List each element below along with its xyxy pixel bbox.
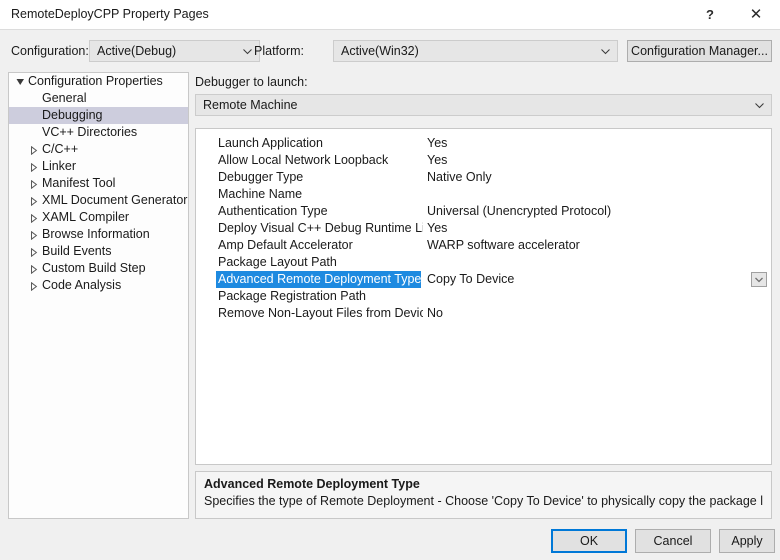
property-name: Launch Application (218, 136, 323, 150)
property-value[interactable]: Yes (427, 135, 765, 152)
sidebar-item-general[interactable]: General (9, 90, 188, 107)
sidebar-item-label: Custom Build Step (42, 261, 146, 275)
sidebar-item-label: Configuration Properties (28, 74, 163, 88)
triangle-right-icon[interactable] (30, 209, 42, 226)
configuration-label: Configuration: (11, 44, 89, 58)
property-description-panel: Advanced Remote Deployment Type Specifie… (195, 471, 772, 519)
sidebar-item-configuration-properties[interactable]: Configuration Properties (9, 73, 188, 90)
sidebar-item-label: C/C++ (42, 142, 79, 156)
property-row[interactable]: Deploy Visual C++ Debug Runtime Librari Y… (196, 220, 771, 237)
property-value[interactable]: Universal (Unencrypted Protocol) (427, 203, 765, 220)
property-value[interactable]: Copy To Device (427, 271, 765, 288)
sidebar-item-build-events[interactable]: Build Events (9, 243, 188, 260)
sidebar-item-debugging[interactable]: Debugging (9, 107, 188, 124)
property-name: Package Registration Path (218, 289, 367, 303)
sidebar-item-label: Build Events (42, 244, 112, 258)
property-row[interactable]: Advanced Remote Deployment Type Copy To D… (196, 271, 771, 288)
triangle-right-icon[interactable] (30, 141, 42, 158)
sidebar-item-vc-directories[interactable]: VC++ Directories (9, 124, 188, 141)
sidebar-item-label: VC++ Directories (42, 125, 138, 139)
sidebar-item-label: Manifest Tool (42, 176, 116, 190)
sidebar-item-manifest-tool[interactable]: Manifest Tool (9, 175, 188, 192)
sidebar-item-label: Debugging (42, 108, 103, 122)
property-name: Advanced Remote Deployment Type (216, 271, 421, 288)
sidebar-item-custom-build-step[interactable]: Custom Build Step (9, 260, 188, 277)
property-name: Authentication Type (218, 204, 328, 218)
property-name: Machine Name (218, 187, 303, 201)
debugger-to-launch-value: Remote Machine (203, 98, 298, 112)
property-row[interactable]: Allow Local Network Loopback Yes (196, 152, 771, 169)
sidebar-item-code-analysis[interactable]: Code Analysis (9, 277, 188, 294)
cancel-button[interactable]: Cancel (635, 529, 711, 553)
platform-label: Platform: (254, 44, 305, 58)
property-value[interactable]: No (427, 305, 765, 322)
property-name: Allow Local Network Loopback (218, 153, 389, 167)
sidebar-item-xml-document-generator[interactable]: XML Document Generator (9, 192, 188, 209)
property-row[interactable]: Debugger Type Native Only (196, 169, 771, 186)
property-row[interactable]: Remove Non-Layout Files from Device No (196, 305, 771, 322)
property-value[interactable]: Yes (427, 152, 765, 169)
configuration-manager-button[interactable]: Configuration Manager... (627, 40, 772, 62)
sidebar-item-label: Code Analysis (42, 278, 122, 292)
triangle-down-icon[interactable] (16, 73, 28, 90)
property-value[interactable]: Yes (427, 220, 765, 237)
chevron-down-icon (755, 99, 764, 109)
property-value[interactable]: WARP software accelerator (427, 237, 765, 254)
title-bar: RemoteDeployCPP Property Pages ? ✕ (0, 0, 780, 30)
platform-select[interactable]: Active(Win32) (333, 40, 618, 62)
property-row[interactable]: Authentication Type Universal (Unencrypte… (196, 203, 771, 220)
sidebar-item-c-c[interactable]: C/C++ (9, 141, 188, 158)
triangle-right-icon[interactable] (30, 192, 42, 209)
sidebar-item-label: Linker (42, 159, 77, 173)
property-name: Debugger Type (218, 170, 304, 184)
sidebar-item-label: XML Document Generator (42, 193, 188, 207)
configuration-tree[interactable]: Configuration Properties General Debugging… (8, 72, 189, 519)
description-title: Advanced Remote Deployment Type (204, 477, 420, 491)
triangle-right-icon[interactable] (30, 226, 42, 243)
chevron-down-icon (243, 45, 252, 55)
property-row[interactable]: Machine Name (196, 186, 771, 203)
triangle-right-icon[interactable] (30, 175, 42, 192)
configuration-select[interactable]: Active(Debug) (89, 40, 260, 62)
triangle-right-icon[interactable] (30, 277, 42, 294)
chevron-down-icon (601, 45, 610, 55)
page-title: RemoteDeployCPP Property Pages (11, 7, 209, 21)
property-name: Amp Default Accelerator (218, 238, 353, 252)
property-grid[interactable]: Launch Application Yes Allow Local Network… (195, 128, 772, 465)
triangle-right-icon[interactable] (30, 158, 42, 175)
sidebar-item-xaml-compiler[interactable]: XAML Compiler (9, 209, 188, 226)
help-button[interactable]: ? (688, 0, 732, 29)
property-pages-dialog: RemoteDeployCPP Property Pages ? ✕ Confi… (0, 0, 780, 560)
sidebar-item-browse-information[interactable]: Browse Information (9, 226, 188, 243)
apply-button[interactable]: Apply (719, 529, 775, 553)
triangle-right-icon[interactable] (30, 260, 42, 277)
ok-button[interactable]: OK (551, 529, 627, 553)
debugger-to-launch-label: Debugger to launch: (195, 75, 308, 89)
property-value-dropdown-button[interactable] (751, 272, 767, 287)
property-name: Remove Non-Layout Files from Device (218, 306, 423, 320)
sidebar-item-label: General (42, 91, 87, 105)
debugger-to-launch-select[interactable]: Remote Machine (195, 94, 772, 116)
configuration-value: Active(Debug) (97, 44, 177, 58)
close-icon[interactable]: ✕ (734, 0, 778, 29)
sidebar-item-linker[interactable]: Linker (9, 158, 188, 175)
sidebar-item-label: XAML Compiler (42, 210, 130, 224)
platform-value: Active(Win32) (341, 44, 419, 58)
property-row[interactable]: Package Registration Path (196, 288, 771, 305)
sidebar-item-label: Browse Information (42, 227, 150, 241)
configuration-toolbar: Configuration: Active(Debug) Platform: A… (0, 30, 780, 72)
triangle-right-icon[interactable] (30, 243, 42, 260)
property-row[interactable]: Launch Application Yes (196, 135, 771, 152)
property-value[interactable]: Native Only (427, 169, 765, 186)
property-row[interactable]: Package Layout Path (196, 254, 771, 271)
property-name: Deploy Visual C++ Debug Runtime Librari (218, 221, 423, 235)
description-text: Specifies the type of Remote Deployment … (204, 494, 763, 508)
property-row[interactable]: Amp Default Accelerator WARP software acc… (196, 237, 771, 254)
property-name: Package Layout Path (218, 255, 337, 269)
